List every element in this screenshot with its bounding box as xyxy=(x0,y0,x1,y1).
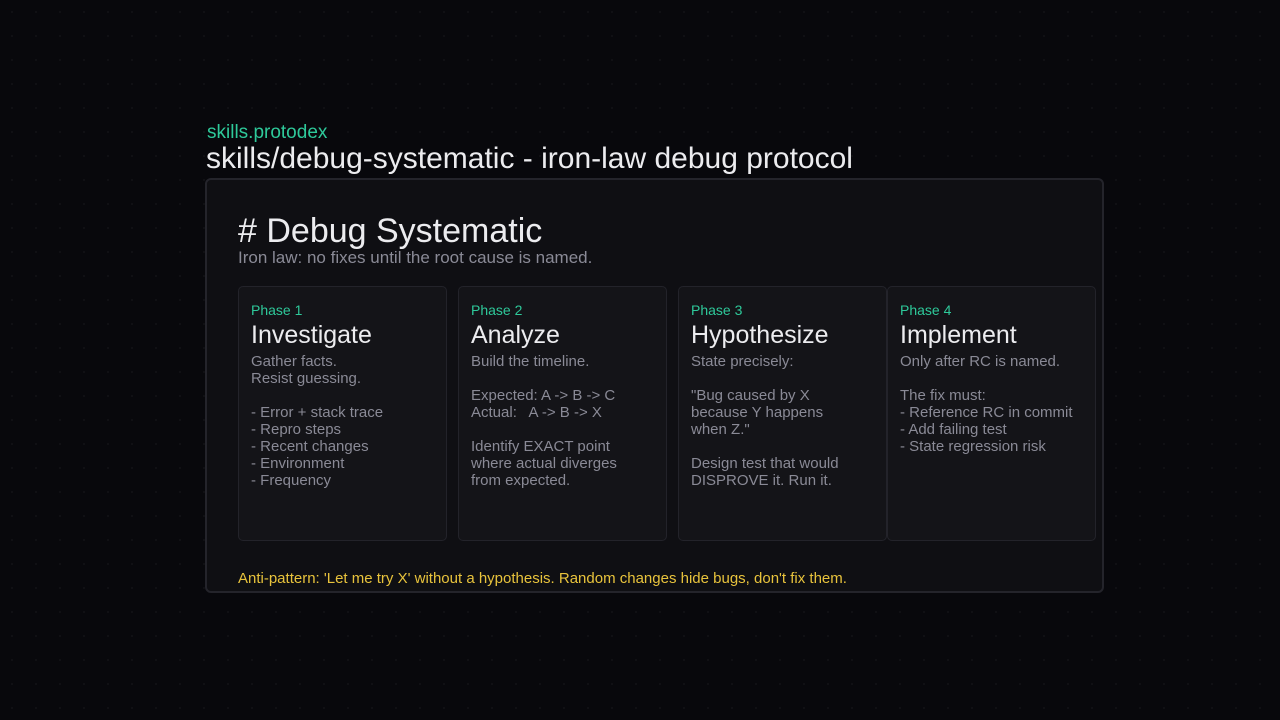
phase-card-analyze: Phase 2 Analyze Build the timeline. Expe… xyxy=(458,286,667,541)
phase-label: Phase 4 xyxy=(900,302,952,318)
skill-document-panel: # Debug Systematic Iron law: no fixes un… xyxy=(205,178,1104,593)
phase-name: Investigate xyxy=(251,321,372,349)
phase-body: Build the timeline. Expected: A -> B -> … xyxy=(471,353,617,489)
page-title: skills/debug-systematic - iron-law debug… xyxy=(206,142,853,175)
phase-label: Phase 3 xyxy=(691,302,743,318)
phase-body: Only after RC is named. The fix must: - … xyxy=(900,353,1073,455)
phase-label: Phase 2 xyxy=(471,302,523,318)
phase-name: Analyze xyxy=(471,321,560,349)
phase-name: Hypothesize xyxy=(691,321,829,349)
document-subtitle: Iron law: no fixes until the root cause … xyxy=(238,248,593,267)
phase-card-hypothesize: Phase 3 Hypothesize State precisely: "Bu… xyxy=(678,286,887,541)
phase-label: Phase 1 xyxy=(251,302,303,318)
phase-name: Implement xyxy=(900,321,1017,349)
phase-card-implement: Phase 4 Implement Only after RC is named… xyxy=(887,286,1096,541)
brand-label: skills.protodex xyxy=(207,122,328,143)
document-title: # Debug Systematic xyxy=(238,212,543,250)
phase-body: Gather facts. Resist guessing. - Error +… xyxy=(251,353,384,489)
phase-card-investigate: Phase 1 Investigate Gather facts. Resist… xyxy=(238,286,447,541)
phase-body: State precisely: "Bug caused by X becaus… xyxy=(691,353,839,489)
anti-pattern-warning: Anti-pattern: 'Let me try X' without a h… xyxy=(238,570,847,587)
